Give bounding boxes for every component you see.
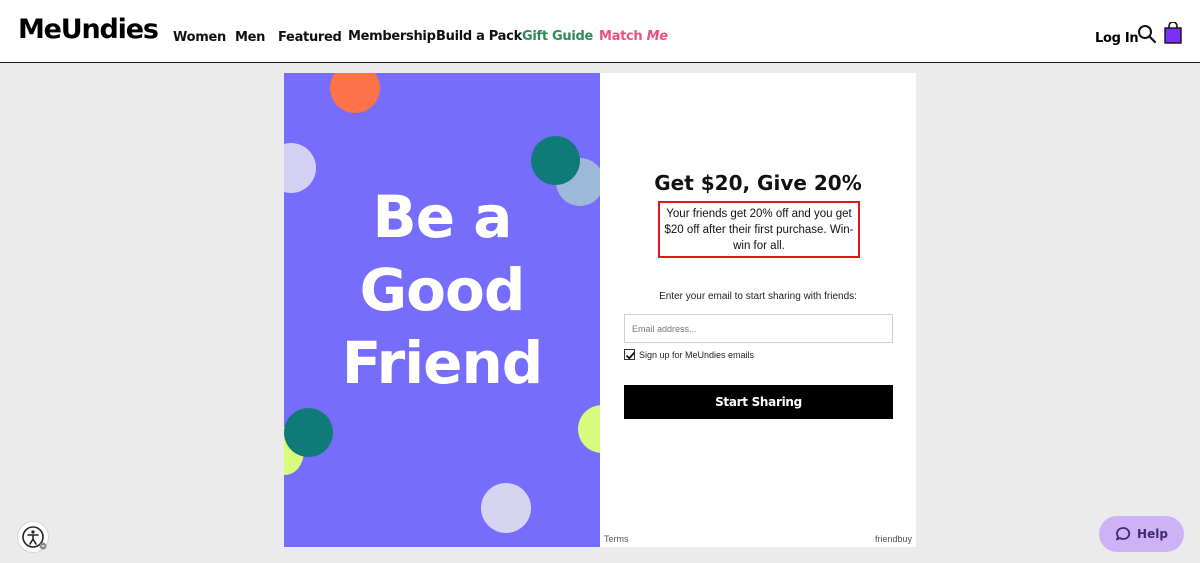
match-accent-label: Me <box>646 29 668 44</box>
referral-modal: Be a Good Friend Get $20, Give 20% Your … <box>284 73 916 547</box>
decor-dot-lime <box>578 405 600 453</box>
help-label: Help <box>1137 527 1168 541</box>
offer-title: Get $20, Give 20% <box>654 171 862 195</box>
headline-line-3: Friend <box>341 329 544 397</box>
email-field[interactable] <box>624 314 893 343</box>
nav-item-membership[interactable]: Membership <box>348 29 436 44</box>
help-button[interactable]: Help <box>1099 516 1184 552</box>
nav-item-men[interactable]: Men <box>235 30 265 45</box>
nav-item-build-a-pack[interactable]: Build a Pack <box>436 29 522 44</box>
artwork-headline: Be a Good Friend <box>284 181 600 400</box>
nav-item-match-me[interactable]: Match Me <box>599 29 668 44</box>
headline-line-1: Be a <box>372 183 513 251</box>
referral-artwork: Be a Good Friend <box>284 73 600 547</box>
headline-line-2: Good <box>359 256 526 324</box>
decor-dot-orange <box>330 73 380 113</box>
signup-checkbox[interactable] <box>624 349 636 360</box>
nav-item-featured[interactable]: Featured <box>278 30 342 45</box>
search-icon[interactable] <box>1137 24 1157 44</box>
signup-label: Sign up for MeUndies emails <box>639 349 755 360</box>
offer-description: Your friends get 20% off and you get $20… <box>658 201 860 258</box>
site-header: MeUndies Women Men Featured Membership B… <box>0 0 1200 63</box>
referral-form-panel: Get $20, Give 20% Your friends get 20% o… <box>600 73 916 547</box>
login-link[interactable]: Log In <box>1095 31 1139 46</box>
email-prompt: Enter your email to start sharing with f… <box>659 291 857 302</box>
terms-link[interactable]: Terms <box>604 534 629 544</box>
decor-dot-teal <box>531 136 580 185</box>
accessibility-icon <box>22 526 47 550</box>
nav-item-gift-guide[interactable]: Gift Guide <box>522 29 593 44</box>
brand-logo[interactable]: MeUndies <box>18 14 159 45</box>
checkmark-icon <box>625 351 636 360</box>
provider-link[interactable]: friendbuy <box>875 534 912 544</box>
match-label: Match <box>599 29 647 44</box>
chat-bubble-icon <box>1116 527 1131 541</box>
start-sharing-button[interactable]: Start Sharing <box>624 385 893 419</box>
decor-dot-teal-small <box>284 408 333 457</box>
shopping-bag-icon[interactable] <box>1163 21 1183 44</box>
accessibility-button[interactable] <box>17 521 49 553</box>
nav-item-women[interactable]: Women <box>173 30 226 45</box>
signup-option[interactable]: Sign up for MeUndies emails <box>624 349 754 360</box>
decor-dot-lavender-bottom <box>481 483 531 533</box>
